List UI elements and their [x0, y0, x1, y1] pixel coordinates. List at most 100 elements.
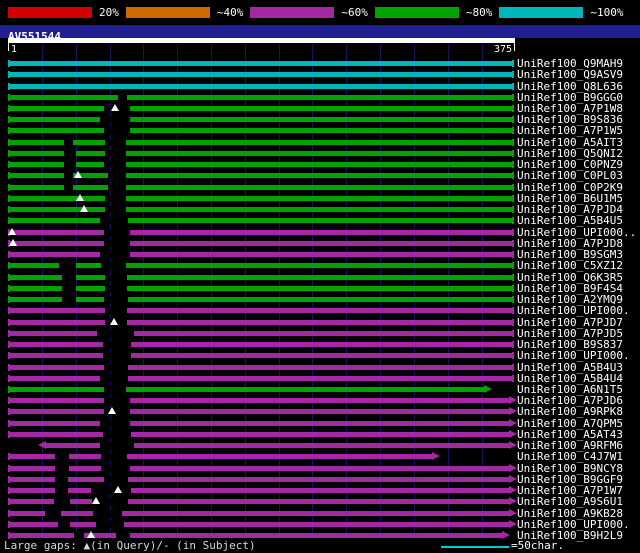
hit-bar[interactable]	[8, 274, 514, 280]
hit-bar-cap	[512, 194, 514, 202]
subject-gap-mark	[101, 262, 126, 270]
hit-bar[interactable]	[8, 465, 509, 471]
large-gaps-note: Large gaps: ▲(in Query)/- (in Subject)	[4, 539, 256, 552]
subject-gap-mark	[62, 273, 76, 281]
hit-label[interactable]: UniRef100_A9RPK8	[517, 406, 623, 417]
hit-bar[interactable]	[8, 240, 514, 246]
hit-bar-cap	[8, 475, 10, 483]
hit-bar[interactable]	[8, 330, 514, 336]
query-gap-triangle-icon	[113, 486, 122, 494]
hit-label[interactable]: UniRef100_UPI000..	[517, 227, 636, 238]
hit-bar[interactable]	[8, 375, 514, 381]
subject-gap-mark	[101, 453, 128, 461]
subject-gap-mark	[55, 487, 68, 495]
query-gap-triangle-icon	[79, 205, 88, 213]
hit-bar[interactable]	[8, 454, 432, 460]
hit-bar-cap	[8, 408, 10, 416]
hit-bar[interactable]	[8, 162, 514, 168]
hit-bar-cap	[512, 251, 514, 259]
hit-bar[interactable]	[8, 106, 514, 111]
hit-label[interactable]: UniRef100_A5B4U3	[517, 362, 623, 373]
hit-bar[interactable]	[8, 409, 509, 415]
subject-extends-right-arrow-icon	[484, 385, 493, 393]
hit-bar-cap	[512, 273, 514, 281]
subject-gap-mark	[108, 172, 126, 180]
subject-extends-right-arrow-icon	[508, 519, 517, 528]
query-gap-triangle-icon	[86, 531, 95, 539]
hit-label[interactable]: UniRef100_Q6K3R5	[517, 272, 623, 283]
hit-bar-cap	[8, 329, 10, 337]
hit-bar[interactable]	[8, 488, 509, 494]
hit-bar-cap	[512, 262, 514, 270]
hit-bar[interactable]	[8, 476, 509, 482]
hit-bar[interactable]	[8, 420, 509, 426]
hit-bar[interactable]	[8, 128, 514, 134]
query-gap-triangle-icon	[8, 227, 17, 235]
hit-bar-cap	[512, 363, 514, 371]
hit-bar-cap	[512, 217, 514, 225]
hit-bar[interactable]	[8, 510, 509, 516]
hit-label[interactable]: UniRef100_Q8L636	[517, 81, 623, 92]
hit-bar-cap	[8, 520, 10, 528]
subject-gap-mark	[100, 419, 130, 427]
hit-bar[interactable]	[8, 521, 509, 527]
hit-bar-cap	[8, 183, 10, 191]
hit-bar[interactable]	[8, 297, 514, 302]
hit-bar[interactable]	[8, 252, 514, 258]
hit-bar[interactable]	[8, 431, 509, 437]
hit-bar[interactable]	[8, 319, 514, 325]
hit-bar[interactable]	[8, 184, 514, 190]
hit-bar-cap	[8, 217, 10, 225]
hit-bar-cap	[512, 374, 514, 382]
hit-bar[interactable]	[8, 308, 514, 314]
hit-bar[interactable]	[8, 398, 509, 404]
hit-label[interactable]: UniRef100_A5B4U5	[517, 215, 623, 226]
hit-bar-cap	[8, 397, 10, 405]
hit-bar[interactable]	[8, 387, 485, 392]
hit-label[interactable]: UniRef100_C0PL03	[517, 170, 623, 181]
subject-gap-mark	[63, 161, 76, 169]
hit-bar[interactable]	[8, 499, 509, 505]
hit-bar[interactable]	[8, 285, 514, 291]
query-gap-triangle-icon	[108, 407, 117, 415]
hit-bar-cap	[512, 352, 514, 360]
subject-gap-mark	[104, 239, 130, 247]
hit-bar[interactable]	[8, 150, 514, 156]
hit-bar-cap	[512, 60, 514, 67]
hit-label[interactable]: UniRef100_A9KB28	[517, 508, 623, 519]
hit-label[interactable]: UniRef100_B9NCY8	[517, 463, 623, 474]
hit-bar[interactable]	[8, 94, 514, 100]
hit-label[interactable]: UniRef100_C4J7W1	[517, 451, 623, 462]
subject-gap-mark	[59, 262, 76, 270]
hit-bar[interactable]	[8, 72, 514, 78]
hit-bar[interactable]	[8, 83, 514, 89]
hit-bar[interactable]	[8, 364, 514, 370]
hit-label[interactable]: UniRef100_UPI000.	[517, 305, 630, 316]
hit-label[interactable]: UniRef100_A7P1W5	[517, 125, 623, 136]
hit-label[interactable]: UniRef100_Q9ASV9	[517, 69, 623, 80]
subject-gap-mark	[105, 307, 127, 315]
hit-bar[interactable]	[8, 61, 514, 66]
hit-bar[interactable]	[8, 229, 514, 235]
hit-bar-cap	[8, 363, 10, 371]
hit-bar[interactable]	[8, 117, 514, 123]
hit-bar[interactable]	[8, 195, 514, 201]
subject-gap-mark	[55, 475, 68, 483]
hit-bar[interactable]	[8, 353, 514, 359]
hit-bar[interactable]	[8, 263, 514, 269]
hit-bar-cap	[8, 161, 10, 169]
hit-bar-cap	[512, 138, 514, 146]
hit-label[interactable]: UniRef100_A9S6U1	[517, 496, 623, 507]
hit-bar-cap	[8, 172, 10, 180]
hit-label[interactable]: UniRef100_A7PJD7	[517, 317, 623, 328]
subject-gap-mark	[104, 127, 130, 135]
subject-gap-mark	[100, 442, 134, 450]
hit-bar[interactable]	[8, 173, 514, 179]
hit-bar[interactable]	[8, 342, 514, 347]
subject-gap-mark	[102, 341, 132, 348]
hit-bar[interactable]	[8, 139, 514, 145]
hit-label[interactable]: UniRef100_C5XZ12	[517, 260, 623, 271]
hit-label[interactable]: UniRef100_C0P2K9	[517, 182, 623, 193]
hit-bar[interactable]	[8, 218, 514, 224]
hit-label[interactable]: UniRef100_UPI000.	[517, 350, 630, 361]
